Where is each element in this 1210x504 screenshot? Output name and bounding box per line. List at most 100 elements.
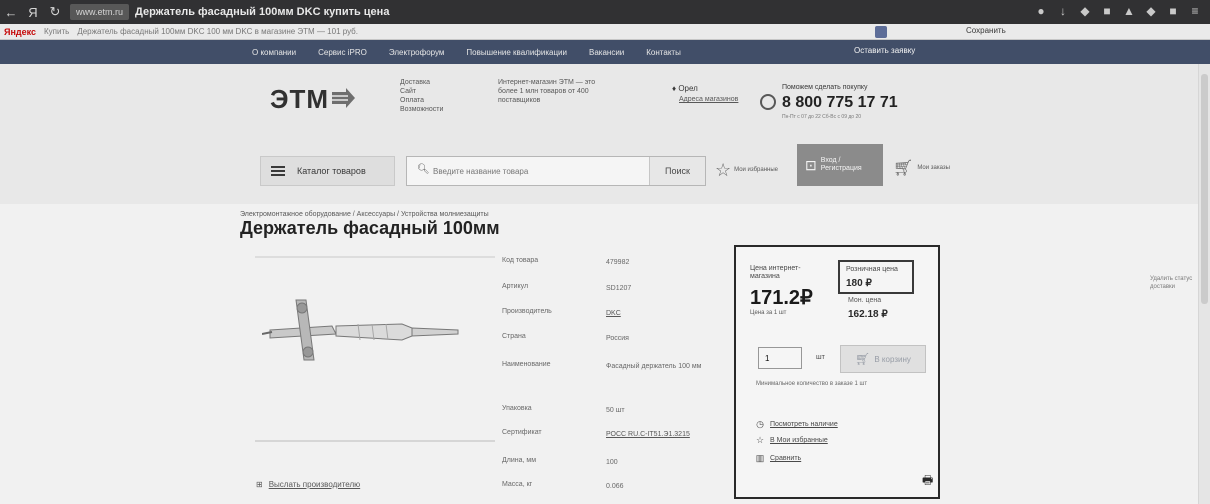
spec-key: Длина, мм — [502, 457, 537, 464]
yandex-label[interactable]: Яндекс — [4, 27, 36, 37]
etm-logo[interactable]: ЭТМ — [270, 84, 329, 115]
header-link[interactable]: Оплата — [400, 96, 480, 105]
search-suggestion-text[interactable]: Держатель фасадный 100мм DKC 100 мм DKC … — [77, 27, 358, 36]
send-to-manufacturer-link[interactable]: ⊞ Выслать производителю — [256, 480, 360, 489]
download-icon[interactable]: ↓ — [1056, 4, 1070, 18]
bookmark-action-button[interactable] — [875, 26, 887, 38]
vertical-scrollbar[interactable] — [1198, 64, 1210, 504]
user-icon[interactable]: ● — [1034, 4, 1048, 18]
add-to-cart-label: В корзину — [874, 354, 911, 364]
spec-key: Сертификат — [502, 429, 542, 436]
print-icon[interactable]: 🖶︎ — [922, 471, 933, 492]
extension-icon[interactable]: ◆ — [1078, 4, 1092, 18]
star-icon: ☆ — [715, 160, 732, 180]
nav-link-ipro[interactable]: Сервис iPRO — [318, 48, 367, 57]
nav-link-forum[interactable]: Электрофорум — [389, 48, 445, 57]
spec-key: Производитель — [502, 308, 552, 315]
header-link[interactable]: Доставка — [400, 78, 480, 87]
favorites-link[interactable]: ☆ Мои избранные — [715, 160, 778, 181]
retail-price-label: Розничная цена — [846, 266, 898, 273]
save-link[interactable]: Сохранить — [966, 26, 1006, 35]
tab-title[interactable]: Держатель фасадный 100мм DKC купить цена — [135, 6, 389, 18]
favorites-label: Мои избранные — [734, 167, 778, 173]
leave-request-link[interactable]: Оставить заявку — [854, 46, 915, 55]
page-title: Держатель фасадный 100мм — [240, 218, 500, 238]
certificate-link[interactable]: РОСС RU.C-IT51.Э1.3215 — [606, 429, 716, 440]
phone-number[interactable]: 8 800 775 17 71 — [782, 94, 898, 112]
compare-label: Сравнить — [770, 455, 802, 462]
toolbar-tray: ● ↓ ◆ ■ ▲ ◆ ■ ≡ — [1034, 4, 1202, 18]
site-top-nav: О компании Сервис iPRO Электрофорум Повы… — [0, 40, 1210, 64]
extension-icon[interactable]: ■ — [1100, 4, 1114, 18]
nav-link-jobs[interactable]: Вакансии — [589, 48, 624, 57]
search-icon: 🔍︎ — [417, 164, 430, 175]
spec-value: SD1207 — [606, 285, 632, 292]
breadcrumb[interactable]: Электромонтажное оборудование / Аксессуа… — [240, 211, 489, 218]
tab-row: ← Я ↻ www.etm.ru Держатель фасадный 100м… — [0, 0, 1210, 24]
site-header: ЭТМ Доставка Сайт Оплата Возможности Инт… — [0, 64, 1210, 204]
manufacturer-link[interactable]: DKC — [606, 308, 716, 319]
city-selector[interactable]: ♦ Орел — [672, 84, 698, 93]
price-unit: Цена за 1 шт — [750, 310, 787, 316]
login-button[interactable]: ⊡ Вход / Регистрация — [797, 144, 883, 186]
online-price-label: Цена интернет-магазина — [750, 265, 801, 280]
bookmarks-bar: Яндекс Купить Держатель фасадный 100мм D… — [0, 24, 1210, 40]
mon-price: 162.18 ₽ — [848, 309, 888, 320]
addresses-link[interactable]: Адреса магазинов — [679, 96, 738, 103]
spec-key: Наименование — [502, 361, 551, 368]
add-to-favorites-label: В Мои избранные — [770, 437, 828, 444]
add-to-cart-button[interactable]: 🛒︎ В корзину — [840, 345, 926, 373]
login-label: Вход / Регистрация — [820, 157, 862, 172]
price-card: Цена интернет-магазина 171.2₽ Цена за 1 … — [734, 245, 940, 499]
nav-link-contacts[interactable]: Контакты — [646, 48, 681, 57]
back-button[interactable]: ← — [0, 5, 22, 20]
phone-icon — [760, 94, 776, 110]
yandex-icon[interactable]: Я — [22, 5, 44, 20]
nav-link-training[interactable]: Повышение квалификации — [466, 48, 567, 57]
check-availability-label: Посмотреть наличие — [770, 421, 838, 428]
clock-icon: ◷ — [756, 419, 764, 429]
check-availability-link[interactable]: ◷ Посмотреть наличие — [754, 419, 838, 430]
logo-arrow-icon — [332, 88, 355, 108]
product-image[interactable] — [262, 290, 462, 370]
spec-value: Россия — [606, 335, 629, 342]
mon-price-label: Мон. цена — [848, 297, 882, 304]
header-service-links: Доставка Сайт Оплата Возможности — [400, 78, 480, 114]
spec-key: Код товара — [502, 257, 539, 264]
retail-price: 180 ₽ — [846, 278, 872, 289]
orders-link[interactable]: 🛒︎ Мои заказы — [893, 158, 950, 178]
spec-value: 50 шт — [606, 407, 625, 414]
scrollbar-thumb[interactable] — [1201, 74, 1208, 304]
lock-icon: ⊡ — [805, 156, 817, 173]
nav-link-about[interactable]: О компании — [252, 48, 296, 57]
header-link[interactable]: Возможности — [400, 105, 480, 114]
catalog-button[interactable]: Каталог товаров — [260, 156, 395, 186]
site-chip[interactable]: www.etm.ru — [70, 4, 130, 20]
online-price: 171.2₽ — [750, 287, 813, 309]
cart-icon: 🛒︎ — [893, 160, 914, 177]
extension-icon[interactable]: ▲ — [1122, 4, 1136, 18]
min-order-note: Минимальное количество в заказе 1 шт — [756, 381, 868, 387]
spec-key: Артикул — [502, 283, 529, 290]
site-nav-links: О компании Сервис iPRO Электрофорум Повы… — [252, 40, 681, 64]
reload-button[interactable]: ↻ — [44, 4, 66, 20]
divider — [255, 440, 495, 442]
spec-value: 0.066 — [606, 483, 624, 490]
browser-window: ← Я ↻ www.etm.ru Держатель фасадный 100м… — [0, 0, 1210, 504]
add-to-favorites-link[interactable]: ☆ В Мои избранные — [754, 435, 828, 446]
extension-icon[interactable]: ■ — [1166, 4, 1180, 18]
search-bar: 🔍︎ Поиск — [406, 156, 706, 186]
compare-link[interactable]: ▥ Сравнить — [754, 453, 801, 464]
spec-key: Масса, кг — [502, 481, 533, 488]
quantity-input[interactable] — [758, 347, 802, 369]
side-note[interactable]: Удалить статус доставки — [1150, 275, 1200, 291]
search-button[interactable]: Поиск — [649, 157, 705, 185]
city-name: Орел — [678, 84, 698, 93]
header-link[interactable]: Сайт — [400, 87, 480, 96]
menu-icon — [271, 164, 285, 178]
catalog-label: Каталог товаров — [297, 166, 366, 176]
search-input[interactable] — [433, 162, 633, 180]
retail-price-box: Розничная цена 180 ₽ — [838, 260, 914, 294]
menu-icon[interactable]: ≡ — [1188, 4, 1202, 18]
extension-icon[interactable]: ◆ — [1144, 4, 1158, 18]
